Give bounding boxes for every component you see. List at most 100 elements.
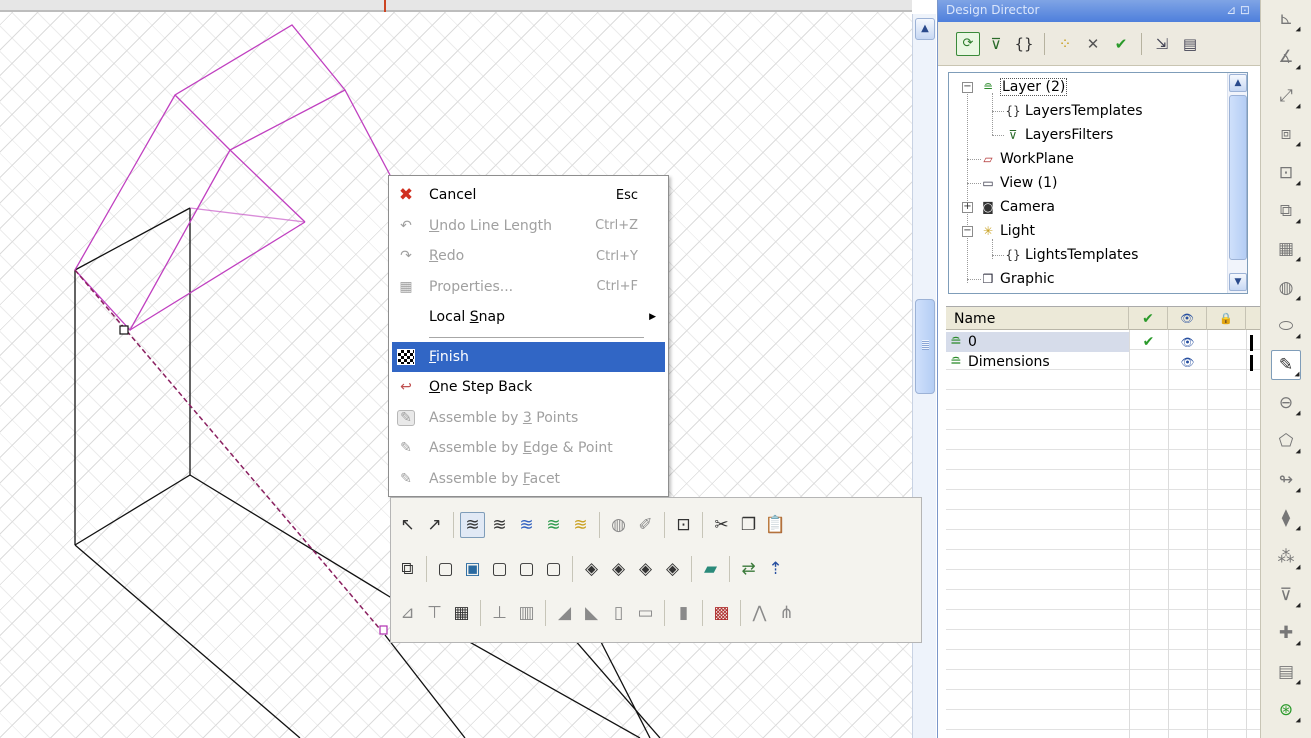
shape-select-icon[interactable]: ✎ xyxy=(1271,349,1301,380)
tree-node-light[interactable]: ✳ Light xyxy=(979,220,1035,242)
tree-node-layer[interactable]: ≘ Layer (2) xyxy=(979,76,1068,98)
cube-dark-icon[interactable]: ◈ xyxy=(606,556,631,582)
wall-icon[interactable]: ▩ xyxy=(709,600,734,626)
visible-eye-icon[interactable]: 👁 xyxy=(1168,352,1207,372)
scroll-up-arrow-icon[interactable]: ▲ xyxy=(1229,74,1247,92)
column-header-lock[interactable]: 🔒 xyxy=(1207,307,1246,330)
pin-icon[interactable]: ⊿ ⊡ xyxy=(1226,3,1250,17)
dim-angle-icon[interactable]: ∡ xyxy=(1271,42,1301,72)
ramp-icon[interactable]: ◢ xyxy=(552,600,577,626)
scroll-thumb[interactable] xyxy=(1229,95,1247,260)
cut-icon[interactable]: ✂ xyxy=(709,512,734,538)
panel-icon[interactable]: ▤ xyxy=(1271,657,1301,687)
cube-light-icon[interactable]: ◈ xyxy=(633,556,658,582)
tree-node-graphic[interactable]: ❒ Graphic xyxy=(979,268,1055,290)
template-icon[interactable]: {} xyxy=(1012,32,1036,56)
column-icon[interactable]: ▮ xyxy=(671,600,696,626)
layer-stack-green-icon[interactable]: ≋ xyxy=(541,512,566,538)
cylinder-icon[interactable]: ⬭ xyxy=(1271,311,1301,341)
menu-item-undo[interactable]: ↶ Undo Line Length Ctrl+Z xyxy=(389,211,668,242)
cube-shaded-icon[interactable]: ▣ xyxy=(460,556,485,582)
roof-icon[interactable]: ⋀ xyxy=(747,600,772,626)
scroll-down-arrow-icon[interactable]: ▼ xyxy=(1229,273,1247,291)
column-header-visible[interactable]: 👁 xyxy=(1168,307,1207,330)
layer-stack-yellow-icon[interactable]: ≋ xyxy=(568,512,593,538)
revolve-icon[interactable]: ⊖ xyxy=(1271,388,1301,418)
extrude-icon[interactable]: ⊡ xyxy=(1271,158,1301,188)
grid-tile-icon[interactable]: ▦ xyxy=(449,600,474,626)
column-header-current[interactable]: ✔ xyxy=(1129,307,1168,330)
layer-grid[interactable]: Name ✔ 👁 🔒 ≘ 0 ✔ 👁 ≘ Dimensions 👁 xyxy=(946,306,1261,738)
dim-linear-icon[interactable]: ⊾ xyxy=(1271,4,1301,34)
plus-icon[interactable]: ✚ xyxy=(1271,618,1301,648)
tree-node-layers-filters[interactable]: ⊽ LayersFilters xyxy=(1004,124,1114,146)
panel-icon[interactable]: ▥ xyxy=(514,600,539,626)
select-icon[interactable]: ⇲ xyxy=(1150,32,1174,56)
slab-icon[interactable]: ▭ xyxy=(633,600,658,626)
assign-icon[interactable]: ⁘ xyxy=(1053,32,1077,56)
delete-icon[interactable]: ✕ xyxy=(1081,32,1105,56)
tree-node-layers-templates[interactable]: {} LayersTemplates xyxy=(1004,100,1142,122)
menu-item-cancel[interactable]: ✖ Cancel Esc xyxy=(389,180,668,211)
table-icon[interactable]: ⊤ xyxy=(422,600,447,626)
align-icon[interactable]: ⇡ xyxy=(763,556,788,582)
floor-icon[interactable]: ⊿ xyxy=(395,600,420,626)
ramp2-icon[interactable]: ◣ xyxy=(579,600,604,626)
cube-solid-icon[interactable]: ◈ xyxy=(579,556,604,582)
filter-icon[interactable]: ⊽ xyxy=(984,32,1008,56)
sphere-icon[interactable]: ◍ xyxy=(1271,273,1301,303)
design-tree[interactable]: − ≘ Layer (2) {} LayersTemplates ⊽ Layer… xyxy=(948,72,1248,294)
menu-item-assemble-edge-point[interactable]: ✎ Assemble by Edge & Point xyxy=(389,433,668,464)
menu-item-local-snap[interactable]: Local Snap ▶ xyxy=(389,302,668,333)
copy-icon[interactable]: ❐ xyxy=(736,512,761,538)
tree-node-lights-templates[interactable]: {} LightsTemplates xyxy=(1004,244,1138,266)
column-header-name[interactable]: Name xyxy=(946,307,1129,330)
move-copy-icon[interactable]: ⇄ xyxy=(736,556,761,582)
stairs-icon[interactable]: ⊥ xyxy=(487,600,512,626)
brush-icon[interactable]: ✐ xyxy=(633,512,658,538)
select-all-arrow-icon[interactable]: ↗ xyxy=(422,512,447,538)
cube-frame-icon[interactable]: ⧉ xyxy=(395,556,420,582)
paste-icon[interactable]: 📋 xyxy=(763,512,788,538)
menu-item-assemble-3-points[interactable]: ✎ Assemble by 3 Points xyxy=(389,403,668,434)
menu-item-one-step-back[interactable]: ↩ One Step Back xyxy=(389,372,668,403)
tree-node-view[interactable]: ▭ View (1) xyxy=(979,172,1057,194)
layer-stack-blue-icon[interactable]: ≋ xyxy=(514,512,539,538)
plane-icon[interactable]: ▰ xyxy=(698,556,723,582)
snap-icon[interactable]: ⊛ xyxy=(1271,695,1301,725)
table-icon[interactable]: ▦ xyxy=(1271,234,1301,264)
layer-stack-icon[interactable]: ≋ xyxy=(460,512,485,538)
menu-item-properties[interactable]: ▦ Properties... Ctrl+F xyxy=(389,272,668,303)
menu-item-finish[interactable]: Finish xyxy=(392,341,665,372)
tree-node-workplane[interactable]: ▱ WorkPlane xyxy=(979,148,1073,170)
door-icon[interactable]: ▯ xyxy=(606,600,631,626)
select-arrow-icon[interactable]: ↖ xyxy=(395,512,420,538)
cube-back-icon[interactable]: ▢ xyxy=(541,556,566,582)
table-row[interactable]: ≘ 0 xyxy=(946,332,1129,352)
cube-wire-icon[interactable]: ▢ xyxy=(433,556,458,582)
screw-icon[interactable]: ⊽ xyxy=(1271,580,1301,610)
cube-front-icon[interactable]: ▢ xyxy=(514,556,539,582)
dim-radial-icon[interactable]: ⤢ xyxy=(1271,81,1301,111)
menu-item-redo[interactable]: ↷ Redo Ctrl+Y xyxy=(389,241,668,272)
expand-toggle[interactable]: + xyxy=(962,202,973,213)
copy-shape-icon[interactable]: ⧈ xyxy=(1271,119,1301,149)
stack-icon[interactable]: ⧉ xyxy=(1271,196,1301,226)
tree-scrollbar[interactable]: ▲ ▼ xyxy=(1227,73,1247,293)
scroll-thumb[interactable] xyxy=(915,299,935,394)
object-icon[interactable]: ◍ xyxy=(606,512,631,538)
cube-hidden-icon[interactable]: ▢ xyxy=(487,556,512,582)
properties-icon[interactable]: ▤ xyxy=(1178,32,1202,56)
roof-move-icon[interactable]: ⋔ xyxy=(774,600,799,626)
collapse-toggle[interactable]: − xyxy=(962,226,973,237)
scroll-up-arrow-icon[interactable]: ▲ xyxy=(915,18,935,40)
blend-icon[interactable]: ⧫ xyxy=(1271,503,1301,533)
refresh-icon[interactable]: ⟳ xyxy=(956,31,980,56)
collapse-toggle[interactable]: − xyxy=(962,82,973,93)
sweep-icon[interactable]: ↬ xyxy=(1271,465,1301,495)
layer-stack-outline-icon[interactable]: ≋ xyxy=(487,512,512,538)
cube-mixed-icon[interactable]: ◈ xyxy=(660,556,685,582)
visible-eye-icon[interactable]: 👁 xyxy=(1168,332,1207,352)
menu-item-assemble-facet[interactable]: ✎ Assemble by Facet xyxy=(389,464,668,495)
table-row[interactable]: ≘ Dimensions xyxy=(946,352,1129,372)
